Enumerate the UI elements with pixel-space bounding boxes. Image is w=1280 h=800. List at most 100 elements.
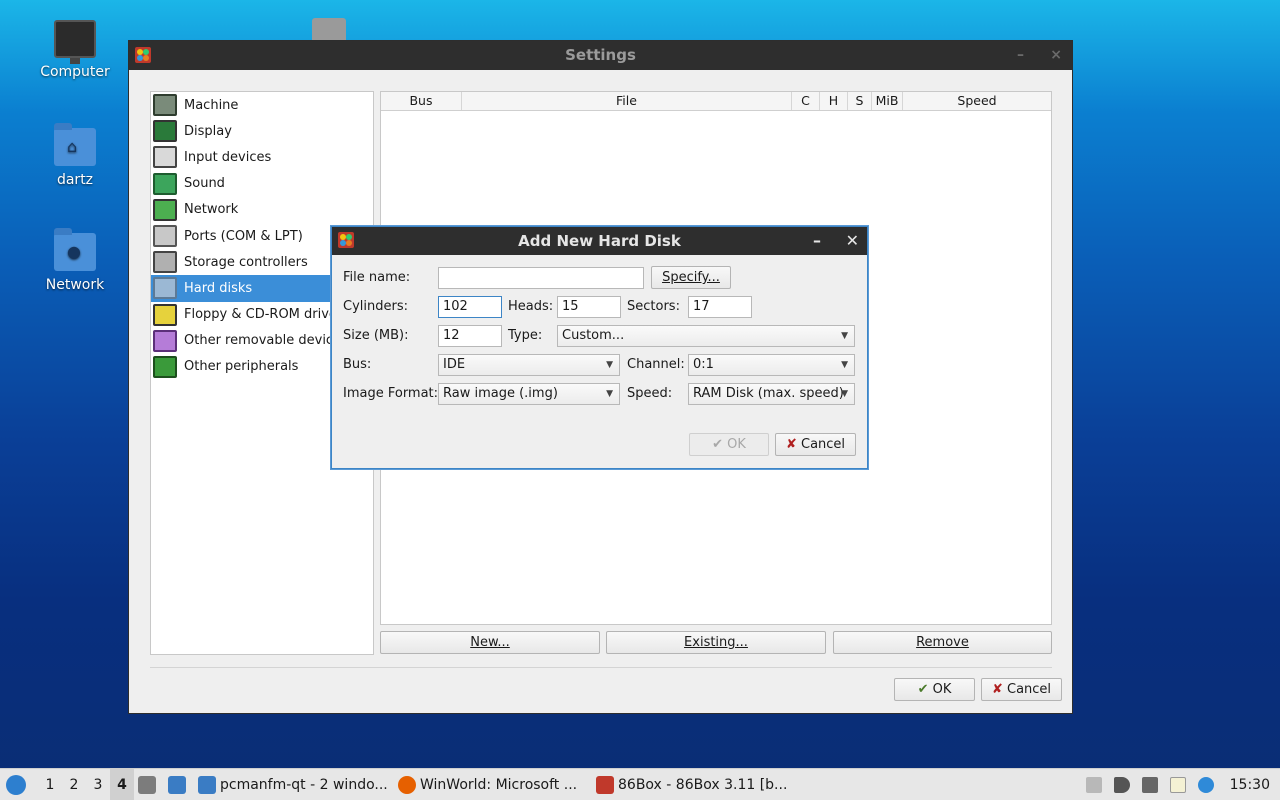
cylinders-input[interactable]: 102	[438, 296, 502, 318]
file-name-label: File name:	[343, 270, 411, 285]
heads-label: Heads:	[508, 299, 554, 314]
category-label: Sound	[184, 176, 225, 192]
removable-icon	[153, 329, 177, 352]
chevron-down-icon: ▼	[606, 389, 613, 399]
task-firefox[interactable]: WinWorld: Microsoft ...	[394, 769, 592, 800]
minimize-button[interactable]: –	[1017, 41, 1024, 70]
table-header: Bus File C H S MiB Speed	[381, 92, 1051, 111]
keyboard-icon	[153, 146, 177, 169]
bus-select[interactable]: IDE ▼	[438, 354, 620, 376]
image-format-select[interactable]: Raw image (.img) ▼	[438, 383, 620, 405]
ok-button[interactable]: ✔ OK	[894, 678, 975, 701]
column-header-mib[interactable]: MiB	[872, 92, 903, 110]
network-folder-icon: ●	[54, 228, 96, 271]
column-header-s[interactable]: S	[848, 92, 872, 110]
button-label: Existing...	[684, 635, 748, 650]
dialog-titlebar[interactable]: Add New Hard Disk – ✕	[332, 227, 867, 255]
desktop-icon-label: Computer	[40, 64, 110, 80]
cancel-button[interactable]: ✘ Cancel	[981, 678, 1062, 701]
quicklaunch-files[interactable]	[134, 769, 164, 800]
86box-icon	[338, 232, 354, 248]
task-86box[interactable]: 86Box - 86Box 3.11 [b...	[592, 769, 792, 800]
desktop-icon-computer[interactable]: Computer	[30, 20, 120, 80]
hdd-icon	[153, 277, 177, 300]
category-label: Machine	[184, 97, 239, 113]
sectors-input[interactable]: 17	[688, 296, 752, 318]
category-item-network[interactable]: Network	[151, 197, 373, 223]
speed-label: Speed:	[627, 386, 673, 401]
firefox-icon	[398, 775, 416, 794]
add-hard-disk-dialog: Add New Hard Disk – ✕ File name: Specify…	[331, 226, 868, 469]
trash-icon[interactable]	[312, 18, 346, 40]
workspace-1[interactable]: 1	[38, 769, 62, 800]
type-select[interactable]: Custom... ▼	[557, 325, 855, 347]
column-header-h[interactable]: H	[820, 92, 848, 110]
button-label: OK	[932, 682, 952, 697]
workspace-3[interactable]: 3	[86, 769, 110, 800]
column-header-bus[interactable]: Bus	[381, 92, 462, 110]
network-status-icon[interactable]	[1141, 776, 1158, 793]
settings-titlebar[interactable]: Settings – ×	[129, 41, 1072, 70]
heads-input[interactable]: 15	[557, 296, 621, 318]
channel-select[interactable]: 0:1 ▼	[688, 354, 855, 376]
folder-icon	[198, 775, 216, 794]
category-item-machine[interactable]: Machine	[151, 92, 373, 118]
column-header-c[interactable]: C	[792, 92, 820, 110]
size-label: Size (MB):	[343, 328, 409, 343]
chevron-down-icon: ▼	[606, 360, 613, 370]
select-value: Raw image (.img)	[443, 386, 558, 401]
category-item-sound[interactable]: Sound	[151, 171, 373, 197]
existing-disk-button[interactable]: Existing...	[606, 631, 826, 654]
desktop-icon-network[interactable]: ● Network	[30, 228, 120, 293]
image-format-label: Image Format:	[343, 386, 439, 401]
notification-icon[interactable]	[1197, 776, 1214, 793]
workspace-4[interactable]: 4	[110, 768, 134, 800]
size-input[interactable]: 12	[438, 325, 502, 347]
cylinders-label: Cylinders:	[343, 299, 408, 314]
column-header-file[interactable]: File	[462, 92, 792, 110]
select-value: 0:1	[693, 357, 714, 372]
button-label: Cancel	[801, 437, 846, 452]
workspace-2[interactable]: 2	[62, 769, 86, 800]
button-label: Specify...	[662, 270, 720, 285]
clipboard-icon[interactable]	[1169, 776, 1186, 793]
category-label: Display	[184, 123, 232, 139]
category-item-display[interactable]: Display	[151, 118, 373, 144]
button-label: New...	[470, 635, 510, 650]
desktop-icon-home[interactable]: ⌂ dartz	[30, 123, 120, 188]
task-label: WinWorld: Microsoft ...	[420, 776, 578, 793]
dialog-cancel-button[interactable]: ✘ Cancel	[775, 433, 856, 456]
category-label: Hard disks	[184, 280, 253, 296]
floppy-icon	[153, 303, 177, 326]
type-label: Type:	[508, 328, 543, 343]
remove-disk-button[interactable]: Remove	[833, 631, 1052, 654]
close-button[interactable]: ×	[1050, 41, 1062, 70]
category-label: Storage controllers	[184, 254, 308, 270]
category-label: Input devices	[184, 149, 272, 165]
category-label: Ports (COM & LPT)	[184, 228, 303, 244]
peripheral-icon	[153, 355, 177, 378]
category-item-input-devices[interactable]: Input devices	[151, 144, 373, 170]
quicklaunch-folder[interactable]	[164, 769, 194, 800]
tray-expand-icon[interactable]	[1085, 776, 1102, 793]
column-header-speed[interactable]: Speed	[903, 92, 1051, 110]
start-menu-button[interactable]	[0, 769, 38, 800]
category-label: Other removable devices	[184, 333, 348, 349]
button-label: OK	[727, 437, 746, 452]
minimize-button[interactable]: –	[813, 227, 821, 255]
dialog-ok-button[interactable]: ✔ OK	[689, 433, 769, 456]
close-button[interactable]: ✕	[846, 227, 859, 255]
button-label: Remove	[916, 635, 969, 650]
chevron-down-icon: ▼	[841, 360, 848, 370]
desktop-icon-label: Network	[45, 277, 105, 293]
task-label: 86Box - 86Box 3.11 [b...	[618, 776, 788, 793]
86box-icon	[596, 775, 614, 794]
task-pcmanfm[interactable]: pcmanfm-qt - 2 windo...	[194, 769, 394, 800]
file-name-input[interactable]	[438, 267, 644, 289]
volume-icon[interactable]	[1113, 776, 1130, 793]
desktop-icon-label: dartz	[56, 172, 94, 188]
new-disk-button[interactable]: New...	[380, 631, 600, 654]
clock[interactable]: 15:30	[1220, 769, 1280, 800]
speed-select[interactable]: RAM Disk (max. speed) ▼	[688, 383, 855, 405]
specify-button[interactable]: Specify...	[651, 266, 731, 289]
